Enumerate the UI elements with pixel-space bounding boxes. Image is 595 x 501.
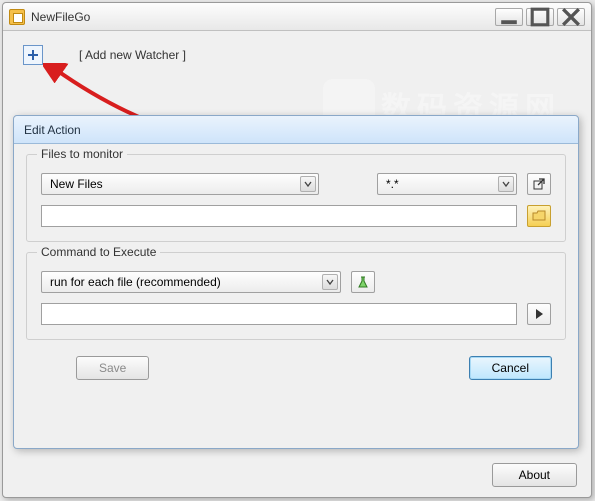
cancel-button[interactable]: Cancel <box>469 356 552 380</box>
maximize-icon <box>527 4 553 30</box>
monitor-path-input[interactable] <box>41 205 517 227</box>
command-input[interactable] <box>41 303 517 325</box>
run-mode-combo[interactable]: run for each file (recommended) <box>41 271 341 293</box>
run-button[interactable] <box>527 303 551 325</box>
about-button[interactable]: About <box>492 463 577 487</box>
plus-icon <box>27 49 39 61</box>
open-external-button[interactable] <box>527 173 551 195</box>
minimize-icon <box>496 4 522 30</box>
extension-combo[interactable]: *.* <box>377 173 517 195</box>
files-mode-combo[interactable]: New Files <box>41 173 319 195</box>
files-mode-value: New Files <box>50 177 103 191</box>
play-icon <box>532 307 546 321</box>
chevron-down-icon <box>300 176 316 192</box>
folder-icon <box>532 209 546 223</box>
command-group: Command to Execute run for each file (re… <box>26 252 566 340</box>
toolbar: [ Add new Watcher ] <box>3 31 591 75</box>
save-button[interactable]: Save <box>76 356 149 380</box>
dialog-title: Edit Action <box>14 116 578 144</box>
close-button[interactable] <box>557 8 585 26</box>
files-to-monitor-group: Files to monitor New Files *.* <box>26 154 566 242</box>
add-watcher-label: [ Add new Watcher ] <box>79 48 186 62</box>
chevron-down-icon <box>498 176 514 192</box>
extension-value: *.* <box>386 177 399 191</box>
add-watcher-button[interactable] <box>23 45 43 65</box>
maximize-button[interactable] <box>526 8 554 26</box>
app-icon <box>9 9 25 25</box>
open-external-icon <box>532 177 546 191</box>
window-title: NewFileGo <box>31 10 90 24</box>
flask-icon <box>356 275 370 289</box>
minimize-button[interactable] <box>495 8 523 26</box>
run-mode-value: run for each file (recommended) <box>50 275 221 289</box>
main-window: NewFileGo [ Add new Watcher ] 数码资源网 www.… <box>2 2 592 498</box>
titlebar: NewFileGo <box>3 3 591 31</box>
close-icon <box>558 4 584 30</box>
files-group-label: Files to monitor <box>37 147 127 161</box>
chevron-down-icon <box>322 274 338 290</box>
edit-action-dialog: Edit Action Files to monitor New Files *… <box>13 115 579 449</box>
command-group-label: Command to Execute <box>37 245 160 259</box>
browse-folder-button[interactable] <box>527 205 551 227</box>
test-command-button[interactable] <box>351 271 375 293</box>
